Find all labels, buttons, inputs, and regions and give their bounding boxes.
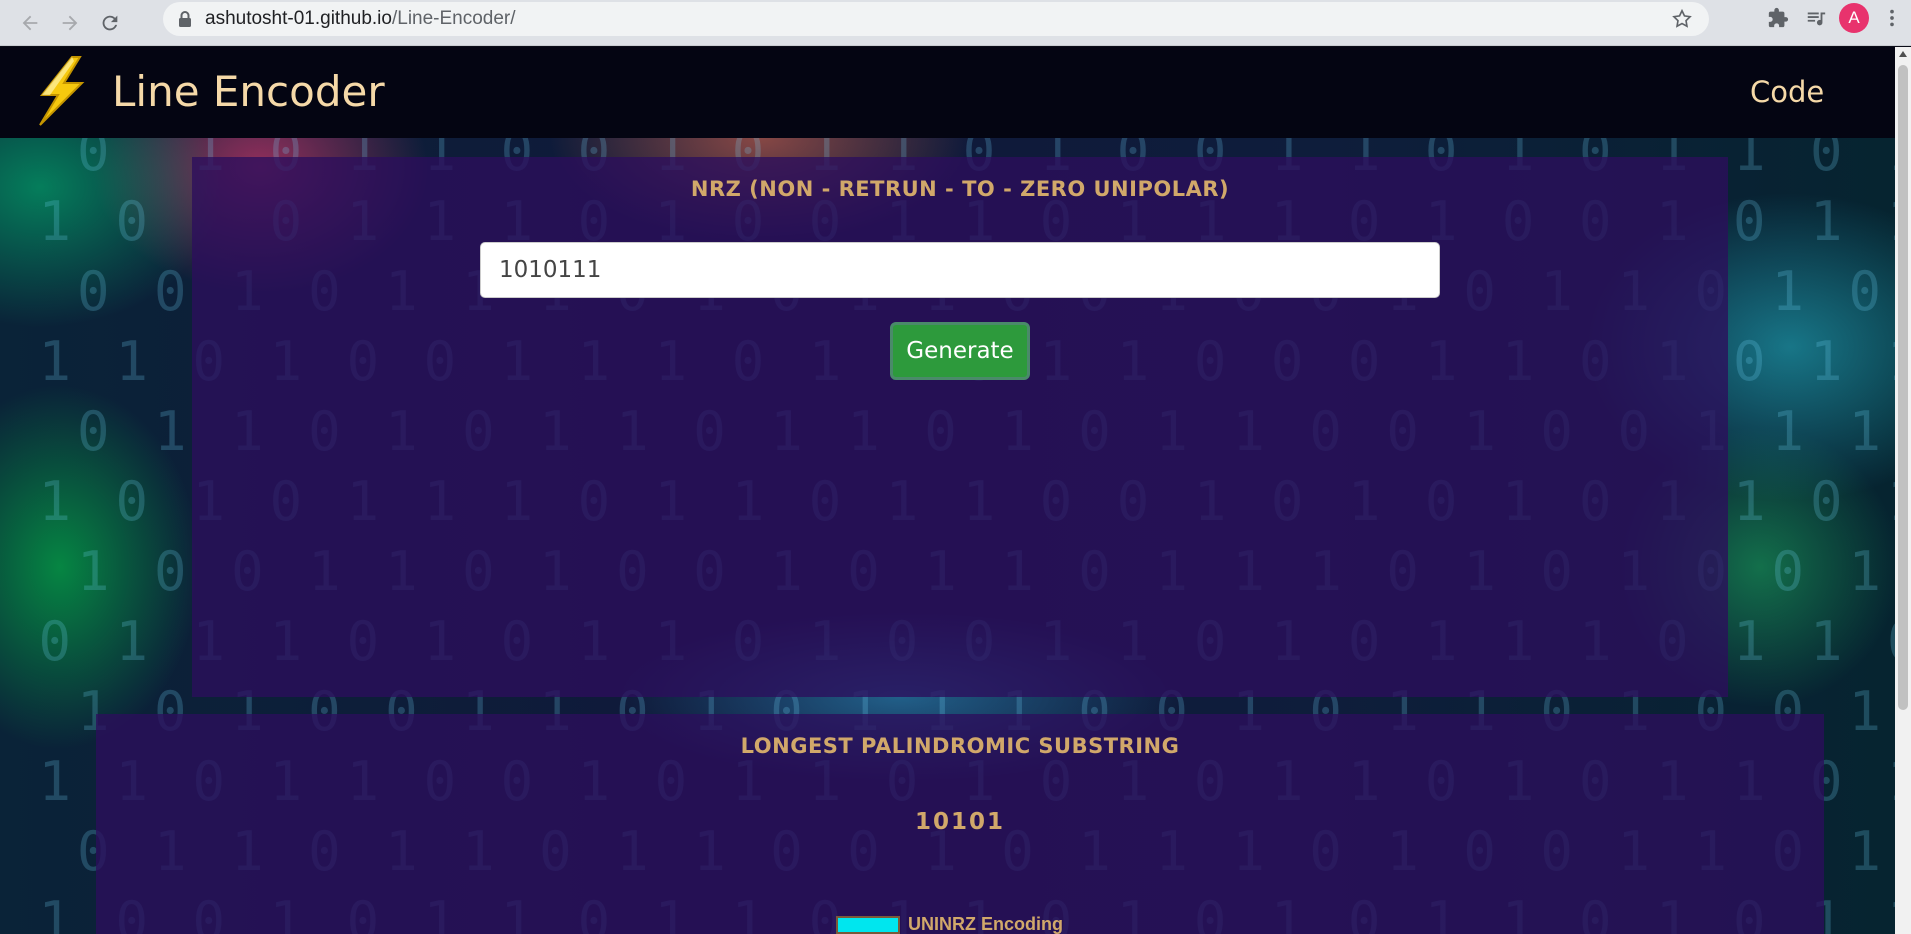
web-page: 0 1 0 1 1 0 0 1 0 1 1 0 1 0 0 1 1 0 1 0 …	[0, 47, 1895, 934]
extensions-button[interactable]	[1759, 0, 1797, 36]
palindrome-panel: LONGEST PALINDROMIC SUBSTRING 10101 UNIN…	[96, 714, 1824, 934]
puzzle-icon	[1768, 7, 1789, 28]
menu-button[interactable]	[1873, 0, 1911, 36]
url-text: ashutosht-01.github.io/Line-Encoder/	[205, 8, 516, 29]
encoder-heading: NRZ (NON - RETRUN - TO - ZERO UNIPOLAR)	[690, 177, 1230, 201]
browser-toolbar: ashutosht-01.github.io/Line-Encoder/ A	[0, 0, 1911, 46]
chart-legend[interactable]: UNINRZ Encoding	[836, 914, 1063, 934]
lock-icon	[179, 11, 191, 27]
avatar: A	[1839, 3, 1869, 33]
back-arrow-icon	[22, 15, 38, 30]
site-navbar: Line Encoder Code	[0, 47, 1895, 138]
palindrome-result: 10101	[914, 809, 1006, 835]
profile-button[interactable]: A	[1835, 0, 1873, 36]
back-button[interactable]	[12, 5, 48, 41]
reload-button[interactable]	[92, 5, 128, 41]
forward-arrow-icon	[62, 15, 78, 30]
legend-swatch	[836, 915, 900, 934]
page-scrollbar[interactable]	[1895, 47, 1911, 934]
reload-icon	[102, 15, 118, 30]
kebab-menu-icon	[1890, 9, 1894, 27]
address-bar[interactable]: ashutosht-01.github.io/Line-Encoder/	[163, 2, 1709, 36]
code-link[interactable]: Code	[1750, 75, 1824, 109]
lightning-bolt-icon[interactable]	[28, 55, 94, 127]
scroll-thumb[interactable]	[1898, 65, 1908, 710]
extension-area: A	[1759, 0, 1911, 36]
brand-title[interactable]: Line Encoder	[112, 67, 385, 116]
palindrome-heading: LONGEST PALINDROMIC SUBSTRING	[740, 734, 1180, 758]
media-control-button[interactable]	[1797, 0, 1835, 36]
forward-button[interactable]	[52, 5, 88, 41]
legend-label: UNINRZ Encoding	[908, 914, 1063, 934]
generate-button[interactable]: Generate	[890, 322, 1030, 380]
playlist-icon	[1807, 12, 1826, 26]
bookmark-star-icon[interactable]	[1671, 8, 1693, 30]
scroll-up-arrow-icon[interactable]	[1899, 51, 1907, 57]
bits-input[interactable]	[480, 242, 1440, 298]
encoder-panel: NRZ (NON - RETRUN - TO - ZERO UNIPOLAR) …	[192, 157, 1728, 697]
